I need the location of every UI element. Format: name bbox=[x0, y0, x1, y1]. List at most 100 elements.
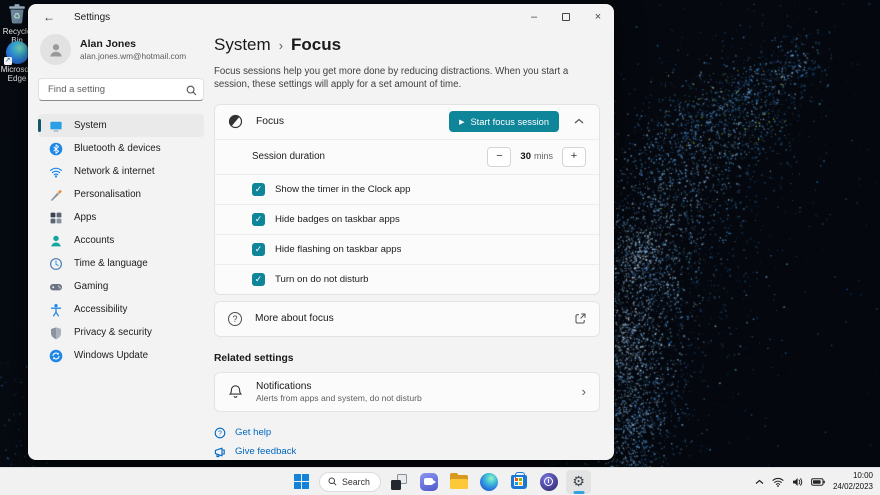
checkbox-hide-badges[interactable]: ✓ bbox=[252, 213, 265, 226]
taskbar-search-label: Search bbox=[342, 477, 370, 487]
back-button[interactable]: ← bbox=[34, 5, 64, 29]
sidebar-item-personalisation[interactable]: Personalisation bbox=[38, 183, 204, 206]
profile-block[interactable]: Alan Jones alan.jones.wm@hotmail.com bbox=[40, 34, 202, 65]
start-button-label: Start focus session bbox=[470, 117, 549, 127]
accessibility-icon bbox=[49, 303, 63, 317]
minimize-button[interactable]: – bbox=[518, 4, 550, 30]
feedback-icon bbox=[214, 446, 226, 458]
sidebar-item-system[interactable]: System bbox=[38, 114, 204, 137]
speaker-icon[interactable] bbox=[792, 477, 803, 487]
checkbox-hide-flashing[interactable]: ✓ bbox=[252, 243, 265, 256]
window-title: Settings bbox=[74, 12, 110, 23]
duration-increase-button[interactable]: + bbox=[562, 147, 586, 167]
close-button[interactable]: × bbox=[582, 4, 614, 30]
task-view-icon bbox=[391, 474, 407, 490]
session-duration-row: Session duration − 30mins + bbox=[215, 139, 599, 174]
clock-app-icon bbox=[540, 473, 558, 491]
person-icon bbox=[47, 41, 65, 59]
main-content: System › Focus Focus sessions help you g… bbox=[214, 30, 614, 460]
settings-app-button[interactable]: ⚙ bbox=[566, 470, 591, 494]
focus-label: Focus bbox=[256, 116, 284, 127]
taskbar: Search ⚙ bbox=[0, 467, 880, 495]
bell-icon bbox=[228, 384, 243, 399]
sidebar-item-time-language[interactable]: Time & language bbox=[38, 252, 204, 275]
sidebar-item-label: Accounts bbox=[74, 235, 114, 246]
file-explorer-button[interactable] bbox=[446, 470, 471, 494]
checkbox-row-badges: ✓ Hide badges on taskbar apps bbox=[215, 204, 599, 234]
play-icon: ▶ bbox=[459, 118, 464, 126]
page-title: Focus bbox=[291, 35, 341, 55]
more-about-focus-card[interactable]: ? More about focus bbox=[214, 301, 600, 337]
svg-text:♻: ♻ bbox=[13, 11, 21, 21]
windows-logo-icon bbox=[294, 474, 310, 490]
wifi-icon[interactable] bbox=[772, 477, 784, 487]
start-button[interactable] bbox=[289, 470, 314, 494]
sidebar-item-bluetooth[interactable]: Bluetooth & devices bbox=[38, 137, 204, 160]
duration-stepper: − 30mins + bbox=[487, 147, 586, 167]
session-duration-label: Session duration bbox=[252, 151, 325, 162]
sidebar-item-accounts[interactable]: Accounts bbox=[38, 229, 204, 252]
chevron-right-icon: › bbox=[582, 384, 586, 399]
task-view-button[interactable] bbox=[386, 470, 411, 494]
sidebar-item-label: System bbox=[74, 120, 107, 131]
checkbox-label: Hide badges on taskbar apps bbox=[275, 214, 400, 225]
breadcrumb-separator: › bbox=[279, 38, 283, 53]
sidebar-item-gaming[interactable]: Gaming bbox=[38, 275, 204, 298]
tray-date: 24/02/2023 bbox=[833, 482, 873, 492]
edge-icon bbox=[480, 473, 498, 491]
profile-email: alan.jones.wm@hotmail.com bbox=[80, 51, 186, 61]
question-icon: ? bbox=[228, 312, 242, 326]
notifications-title: Notifications bbox=[256, 381, 422, 392]
edge-button[interactable] bbox=[476, 470, 501, 494]
taskbar-search[interactable]: Search bbox=[319, 472, 381, 492]
collapse-chevron-button[interactable] bbox=[572, 116, 586, 127]
search-box bbox=[38, 78, 204, 101]
checkbox-label: Hide flashing on taskbar apps bbox=[275, 244, 401, 255]
duration-unit: mins bbox=[534, 151, 553, 161]
sidebar-item-label: Gaming bbox=[74, 281, 108, 292]
sidebar-item-label: Personalisation bbox=[74, 189, 141, 200]
checkbox-show-timer[interactable]: ✓ bbox=[252, 183, 265, 196]
sidebar-item-network[interactable]: Network & internet bbox=[38, 160, 204, 183]
gear-icon: ⚙ bbox=[572, 475, 585, 489]
sidebar-item-accessibility[interactable]: Accessibility bbox=[38, 298, 204, 321]
search-input[interactable] bbox=[38, 78, 204, 101]
get-help-link[interactable]: ? Get help bbox=[214, 427, 271, 439]
profile-name: Alan Jones bbox=[80, 38, 186, 50]
notifications-subtitle: Alerts from apps and system, do not dist… bbox=[256, 393, 422, 403]
settings-window: ← Settings – × Alan bbox=[28, 4, 614, 460]
apps-icon bbox=[49, 211, 63, 225]
checkbox-row-timer: ✓ Show the timer in the Clock app bbox=[215, 174, 599, 204]
taskbar-clock[interactable]: 10:00 24/02/2023 bbox=[833, 471, 873, 492]
checkbox-do-not-disturb[interactable]: ✓ bbox=[252, 273, 265, 286]
more-about-focus-label: More about focus bbox=[255, 313, 334, 324]
bluetooth-icon bbox=[49, 142, 63, 156]
search-icon bbox=[186, 83, 197, 101]
sidebar-item-label: Time & language bbox=[74, 258, 148, 269]
sidebar-item-windows-update[interactable]: Windows Update bbox=[38, 344, 204, 367]
hidden-icons-chevron[interactable] bbox=[755, 479, 764, 485]
store-button[interactable] bbox=[506, 470, 531, 494]
give-feedback-link[interactable]: Give feedback bbox=[214, 446, 296, 458]
sidebar: Alan Jones alan.jones.wm@hotmail.com Sys… bbox=[28, 30, 214, 460]
sidebar-item-apps[interactable]: Apps bbox=[38, 206, 204, 229]
breadcrumb-system[interactable]: System bbox=[214, 35, 271, 55]
footer-links: ? Get help Give feedback bbox=[214, 427, 600, 458]
notifications-card[interactable]: Notifications Alerts from apps and syste… bbox=[214, 372, 600, 412]
focus-card: Focus ▶ Start focus session Session dura… bbox=[214, 104, 600, 295]
battery-icon[interactable] bbox=[811, 478, 825, 486]
search-icon bbox=[328, 477, 337, 486]
maximize-button[interactable] bbox=[550, 4, 582, 30]
chat-button[interactable] bbox=[416, 470, 441, 494]
duration-decrease-button[interactable]: − bbox=[487, 147, 511, 167]
gamepad-icon bbox=[49, 280, 63, 294]
titlebar: ← Settings – × bbox=[28, 4, 614, 30]
start-focus-session-button[interactable]: ▶ Start focus session bbox=[449, 111, 559, 132]
sidebar-item-privacy[interactable]: Privacy & security bbox=[38, 321, 204, 344]
checkbox-row-flashing: ✓ Hide flashing on taskbar apps bbox=[215, 234, 599, 264]
help-icon: ? bbox=[214, 427, 226, 439]
checkbox-label: Show the timer in the Clock app bbox=[275, 184, 410, 195]
folder-icon bbox=[450, 475, 468, 489]
clock-app-button[interactable] bbox=[536, 470, 561, 494]
external-link-icon bbox=[575, 313, 586, 324]
